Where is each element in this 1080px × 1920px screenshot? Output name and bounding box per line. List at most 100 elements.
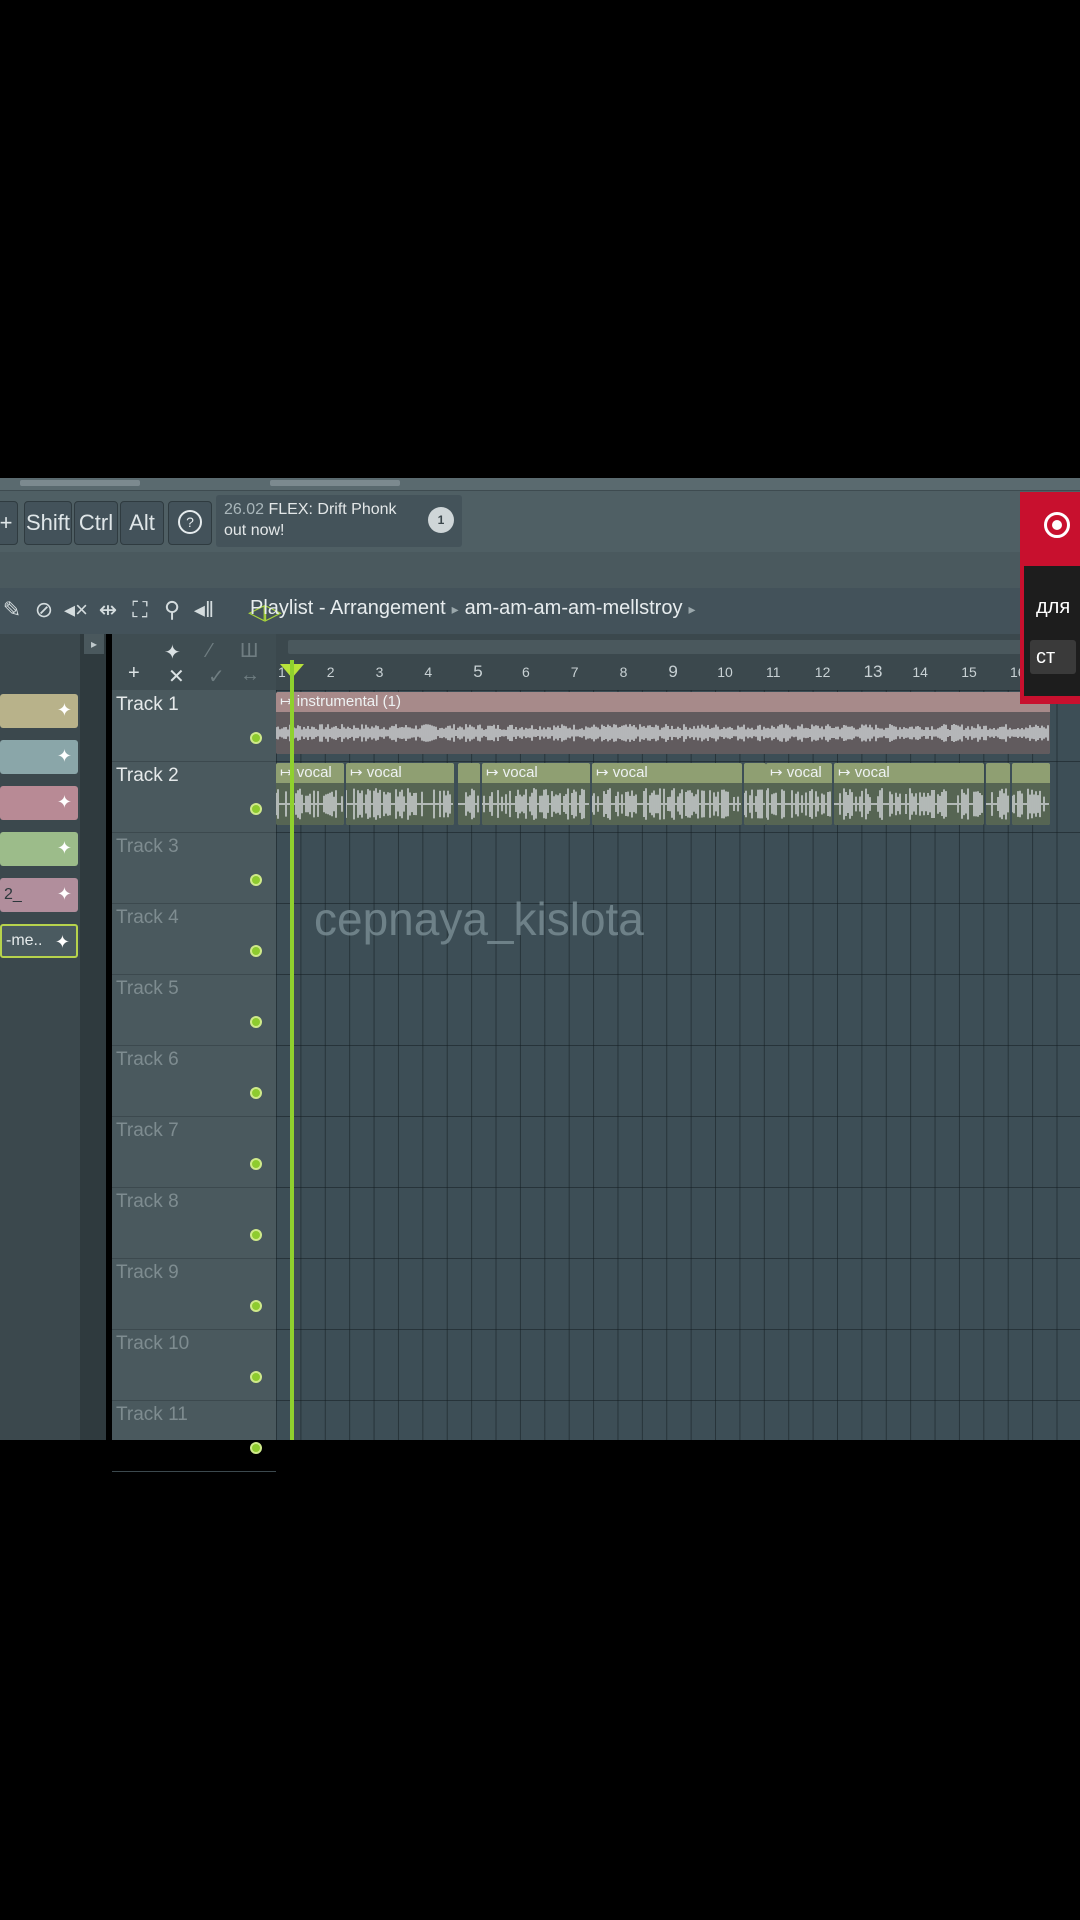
- audio-clip[interactable]: ↦ vocal: [276, 763, 344, 825]
- hint-time: 26.02: [224, 501, 265, 518]
- pattern-picker: ✦ ✦ ✦ ✦ 2_ ✦ -me.. ✦: [0, 634, 80, 1440]
- track-header[interactable]: Track 5: [112, 974, 276, 1046]
- track-header-corner: ✦ ⁄ Ш + ✕ ✓ ↔: [112, 634, 276, 690]
- track-headers: Track 1 Track 2 Track 3 Track 4 Track 5 Track…: [112, 690, 276, 1472]
- track-enable-toggle[interactable]: [250, 1087, 262, 1099]
- top-strip: [0, 478, 1080, 490]
- ruler-tick: 10: [717, 664, 733, 680]
- alt-key-button[interactable]: Alt: [120, 501, 164, 545]
- help-bubble-icon[interactable]: ?: [168, 501, 212, 545]
- clip-label: ↦ vocal: [596, 764, 648, 781]
- pattern-item[interactable]: ✦: [0, 786, 78, 820]
- timeline[interactable]: 1 2 3 4 5 6 7 8 9 10 11 12 13 14 15 16: [276, 634, 1080, 690]
- clip-label: ↦ vocal: [280, 764, 332, 781]
- clip-waveform: [458, 783, 480, 825]
- check-icon[interactable]: ✓: [208, 664, 225, 689]
- audio-clip[interactable]: ↦ vocal: [346, 763, 454, 825]
- audio-clip[interactable]: ↦ instrumental (1): [276, 692, 1050, 754]
- track-enable-toggle[interactable]: [250, 1300, 262, 1312]
- track-header[interactable]: Track 11: [112, 1400, 276, 1472]
- track-header[interactable]: Track 3: [112, 832, 276, 904]
- hint-badge[interactable]: 1: [428, 507, 454, 533]
- pattern-item[interactable]: ✦: [0, 740, 78, 774]
- pattern-item[interactable]: -me.. ✦: [0, 924, 78, 958]
- record-icon[interactable]: [1044, 512, 1070, 538]
- ruler-tick: 7: [570, 664, 579, 680]
- pattern-item[interactable]: 2_ ✦: [0, 878, 78, 912]
- resize-icon[interactable]: ↔: [240, 664, 260, 687]
- picker-scroll[interactable]: ▸: [80, 634, 106, 1440]
- track-header[interactable]: Track 9: [112, 1258, 276, 1330]
- track-header[interactable]: Track 8: [112, 1187, 276, 1259]
- waveform-icon: ✦: [56, 838, 72, 858]
- overlay-button[interactable]: ст: [1030, 640, 1076, 674]
- track-enable-toggle[interactable]: [250, 874, 262, 886]
- mute-icon[interactable]: ◂×: [64, 596, 88, 624]
- ctrl-key-button[interactable]: Ctrl: [74, 501, 118, 545]
- clip-label: ↦ vocal: [770, 764, 822, 781]
- track-enable-toggle[interactable]: [250, 1229, 262, 1241]
- close-icon[interactable]: ✕: [168, 664, 185, 689]
- shift-key-button[interactable]: Shift: [24, 501, 72, 545]
- pattern-item[interactable]: ✦: [0, 832, 78, 866]
- clip-waveform: [986, 783, 1010, 825]
- audio-clip[interactable]: [1012, 763, 1050, 825]
- waveform-icon: ✦: [56, 884, 72, 904]
- track-header[interactable]: Track 2: [112, 761, 276, 833]
- pattern-label: -me..: [6, 932, 43, 949]
- track-enable-toggle[interactable]: [250, 1158, 262, 1170]
- curve-icon[interactable]: ⁄: [208, 640, 211, 663]
- clip-waveform: [1012, 783, 1050, 825]
- plus-key-button[interactable]: +: [0, 501, 18, 545]
- draw-icon[interactable]: ✎: [0, 596, 24, 624]
- audio-clip[interactable]: [986, 763, 1010, 825]
- clip-waveform: [482, 783, 590, 825]
- select-icon[interactable]: ⛶: [128, 596, 152, 624]
- track-enable-toggle[interactable]: [250, 732, 262, 744]
- pattern-name[interactable]: am-am-am-am-mellstroy: [465, 597, 683, 619]
- record-overlay[interactable]: для ст: [1020, 492, 1080, 704]
- track-enable-toggle[interactable]: [250, 1371, 262, 1383]
- news-hint-panel[interactable]: 26.02 FLEX: Drift Phonk out now! 1: [216, 495, 462, 547]
- overlay-line1: для: [1036, 596, 1071, 618]
- bar-ruler[interactable]: 1 2 3 4 5 6 7 8 9 10 11 12 13 14 15 16: [276, 662, 1080, 690]
- track-name: Track 2: [116, 765, 179, 786]
- pattern-item[interactable]: ✦: [0, 694, 78, 728]
- audio-clip[interactable]: ↦ vocal: [834, 763, 984, 825]
- slip-icon[interactable]: ⇹: [96, 596, 120, 624]
- playlist-grid[interactable]: ↦ instrumental (1) ↦ vocal ↦ vocal ↦ vocal ↦…: [276, 690, 1080, 1440]
- clip-waveform: [834, 783, 984, 825]
- track-enable-toggle[interactable]: [250, 803, 262, 815]
- clip-waveform: [744, 783, 766, 825]
- waveform-icon[interactable]: ✦: [164, 640, 181, 665]
- ruler-tick: 9: [668, 662, 678, 681]
- track-header[interactable]: Track 4: [112, 903, 276, 975]
- audio-clip[interactable]: ↦ vocal: [592, 763, 742, 825]
- ruler-tick: 4: [424, 664, 433, 680]
- audio-clip[interactable]: [458, 763, 480, 825]
- zoom-icon[interactable]: ⚲: [160, 596, 184, 624]
- timeline-scrollbar[interactable]: [288, 640, 1028, 654]
- add-track-icon[interactable]: +: [128, 662, 140, 685]
- playlist-title-label: Playlist - Arrangement: [250, 597, 446, 619]
- audio-clip[interactable]: ↦ vocal: [482, 763, 590, 825]
- slice-icon[interactable]: ⊘: [32, 596, 56, 624]
- track-header[interactable]: Track 10: [112, 1329, 276, 1401]
- playhead[interactable]: [290, 660, 294, 1440]
- track-header[interactable]: Track 7: [112, 1116, 276, 1188]
- grid-icon[interactable]: Ш: [240, 640, 258, 663]
- clip-waveform: [276, 783, 344, 825]
- track-name: Track 6: [116, 1049, 179, 1070]
- track-enable-toggle[interactable]: [250, 945, 262, 957]
- track-enable-toggle[interactable]: [250, 1442, 262, 1454]
- clip-waveform: [766, 783, 832, 825]
- clip-label: ↦ vocal: [350, 764, 402, 781]
- audio-clip[interactable]: [744, 763, 766, 825]
- track-header[interactable]: Track 6: [112, 1045, 276, 1117]
- track-enable-toggle[interactable]: [250, 1016, 262, 1028]
- ruler-tick: 2: [326, 664, 335, 680]
- track-header[interactable]: Track 1: [112, 690, 276, 762]
- audio-clip[interactable]: ↦ vocal: [766, 763, 832, 825]
- playback-icon[interactable]: ◂‖: [192, 596, 216, 624]
- picker-scroll-button[interactable]: ▸: [84, 634, 104, 654]
